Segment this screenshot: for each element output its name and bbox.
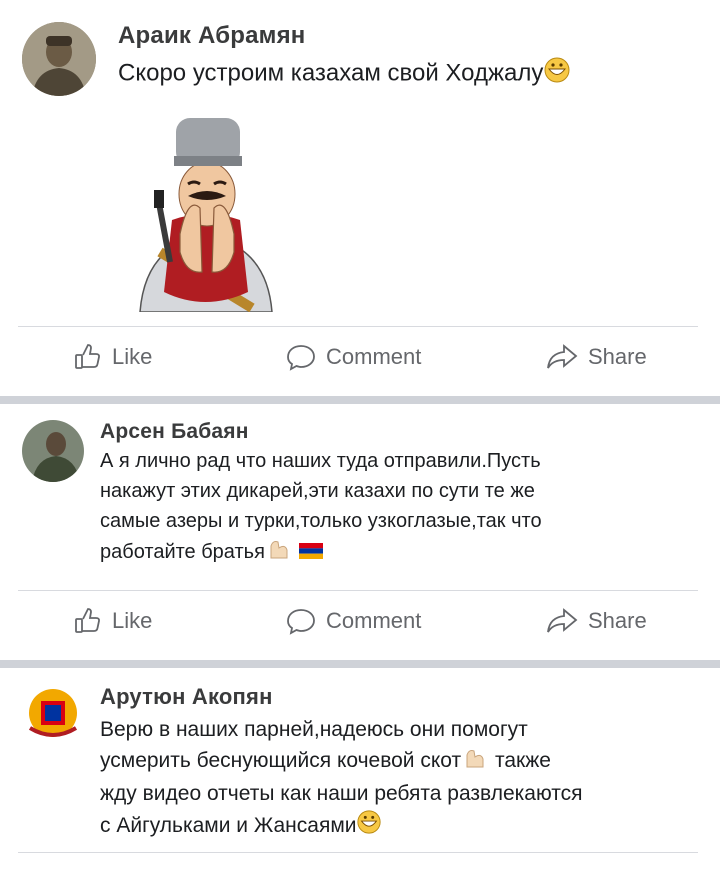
like-button[interactable]: Like — [74, 591, 152, 651]
flexed-arm-emoji — [461, 745, 489, 778]
comment-author[interactable]: Арутюн Акопян — [100, 684, 273, 710]
avatar[interactable] — [22, 420, 84, 482]
post-text: Скоро устроим казахам свой Ходжалу — [118, 56, 571, 92]
post-divider — [0, 660, 720, 668]
share-button[interactable]: Share — [546, 591, 647, 651]
avatar[interactable] — [22, 682, 84, 744]
share-label: Share — [588, 608, 647, 633]
post-actions-partial — [18, 852, 698, 853]
post-3: Арутюн Акопян Верю в наших парней,надеюс… — [0, 668, 720, 878]
comment-icon — [286, 343, 316, 371]
comment-icon — [286, 607, 316, 635]
comment-label: Comment — [326, 608, 422, 633]
comment-button[interactable]: Comment — [286, 327, 421, 387]
like-icon — [74, 343, 102, 371]
sticker-image — [130, 112, 280, 313]
post-2: Арсен Бабаян А я лично рад что наших туд… — [0, 404, 720, 660]
comment-author[interactable]: Арсен Бабаян — [100, 420, 249, 444]
flexed-arm-emoji — [265, 536, 293, 569]
comment-label: Comment — [326, 344, 422, 369]
post-1: Араик Абрамян Скоро устроим казахам свой… — [0, 0, 720, 396]
comment-button[interactable]: Comment — [286, 591, 421, 651]
share-button[interactable]: Share — [546, 327, 647, 387]
grinning-emoji — [356, 809, 382, 844]
share-label: Share — [588, 344, 647, 369]
share-icon — [546, 607, 578, 635]
avatar[interactable] — [22, 22, 96, 96]
like-icon — [74, 607, 102, 635]
comment-text: Верю в наших парней,надеюсь они помогут … — [100, 714, 583, 844]
grinning-emoji — [543, 56, 571, 92]
post-actions: Like Comment Share — [18, 590, 698, 651]
post-author[interactable]: Араик Абрамян — [118, 22, 305, 50]
post-actions: Like Comment Share — [18, 326, 698, 387]
like-label: Like — [112, 344, 153, 369]
like-label: Like — [112, 608, 153, 633]
post-divider — [0, 396, 720, 404]
comment-text: А я лично рад что наших туда отправили.П… — [100, 446, 542, 569]
share-icon — [546, 343, 578, 371]
armenian-flag-emoji — [298, 538, 323, 568]
like-button[interactable]: Like — [74, 327, 152, 387]
